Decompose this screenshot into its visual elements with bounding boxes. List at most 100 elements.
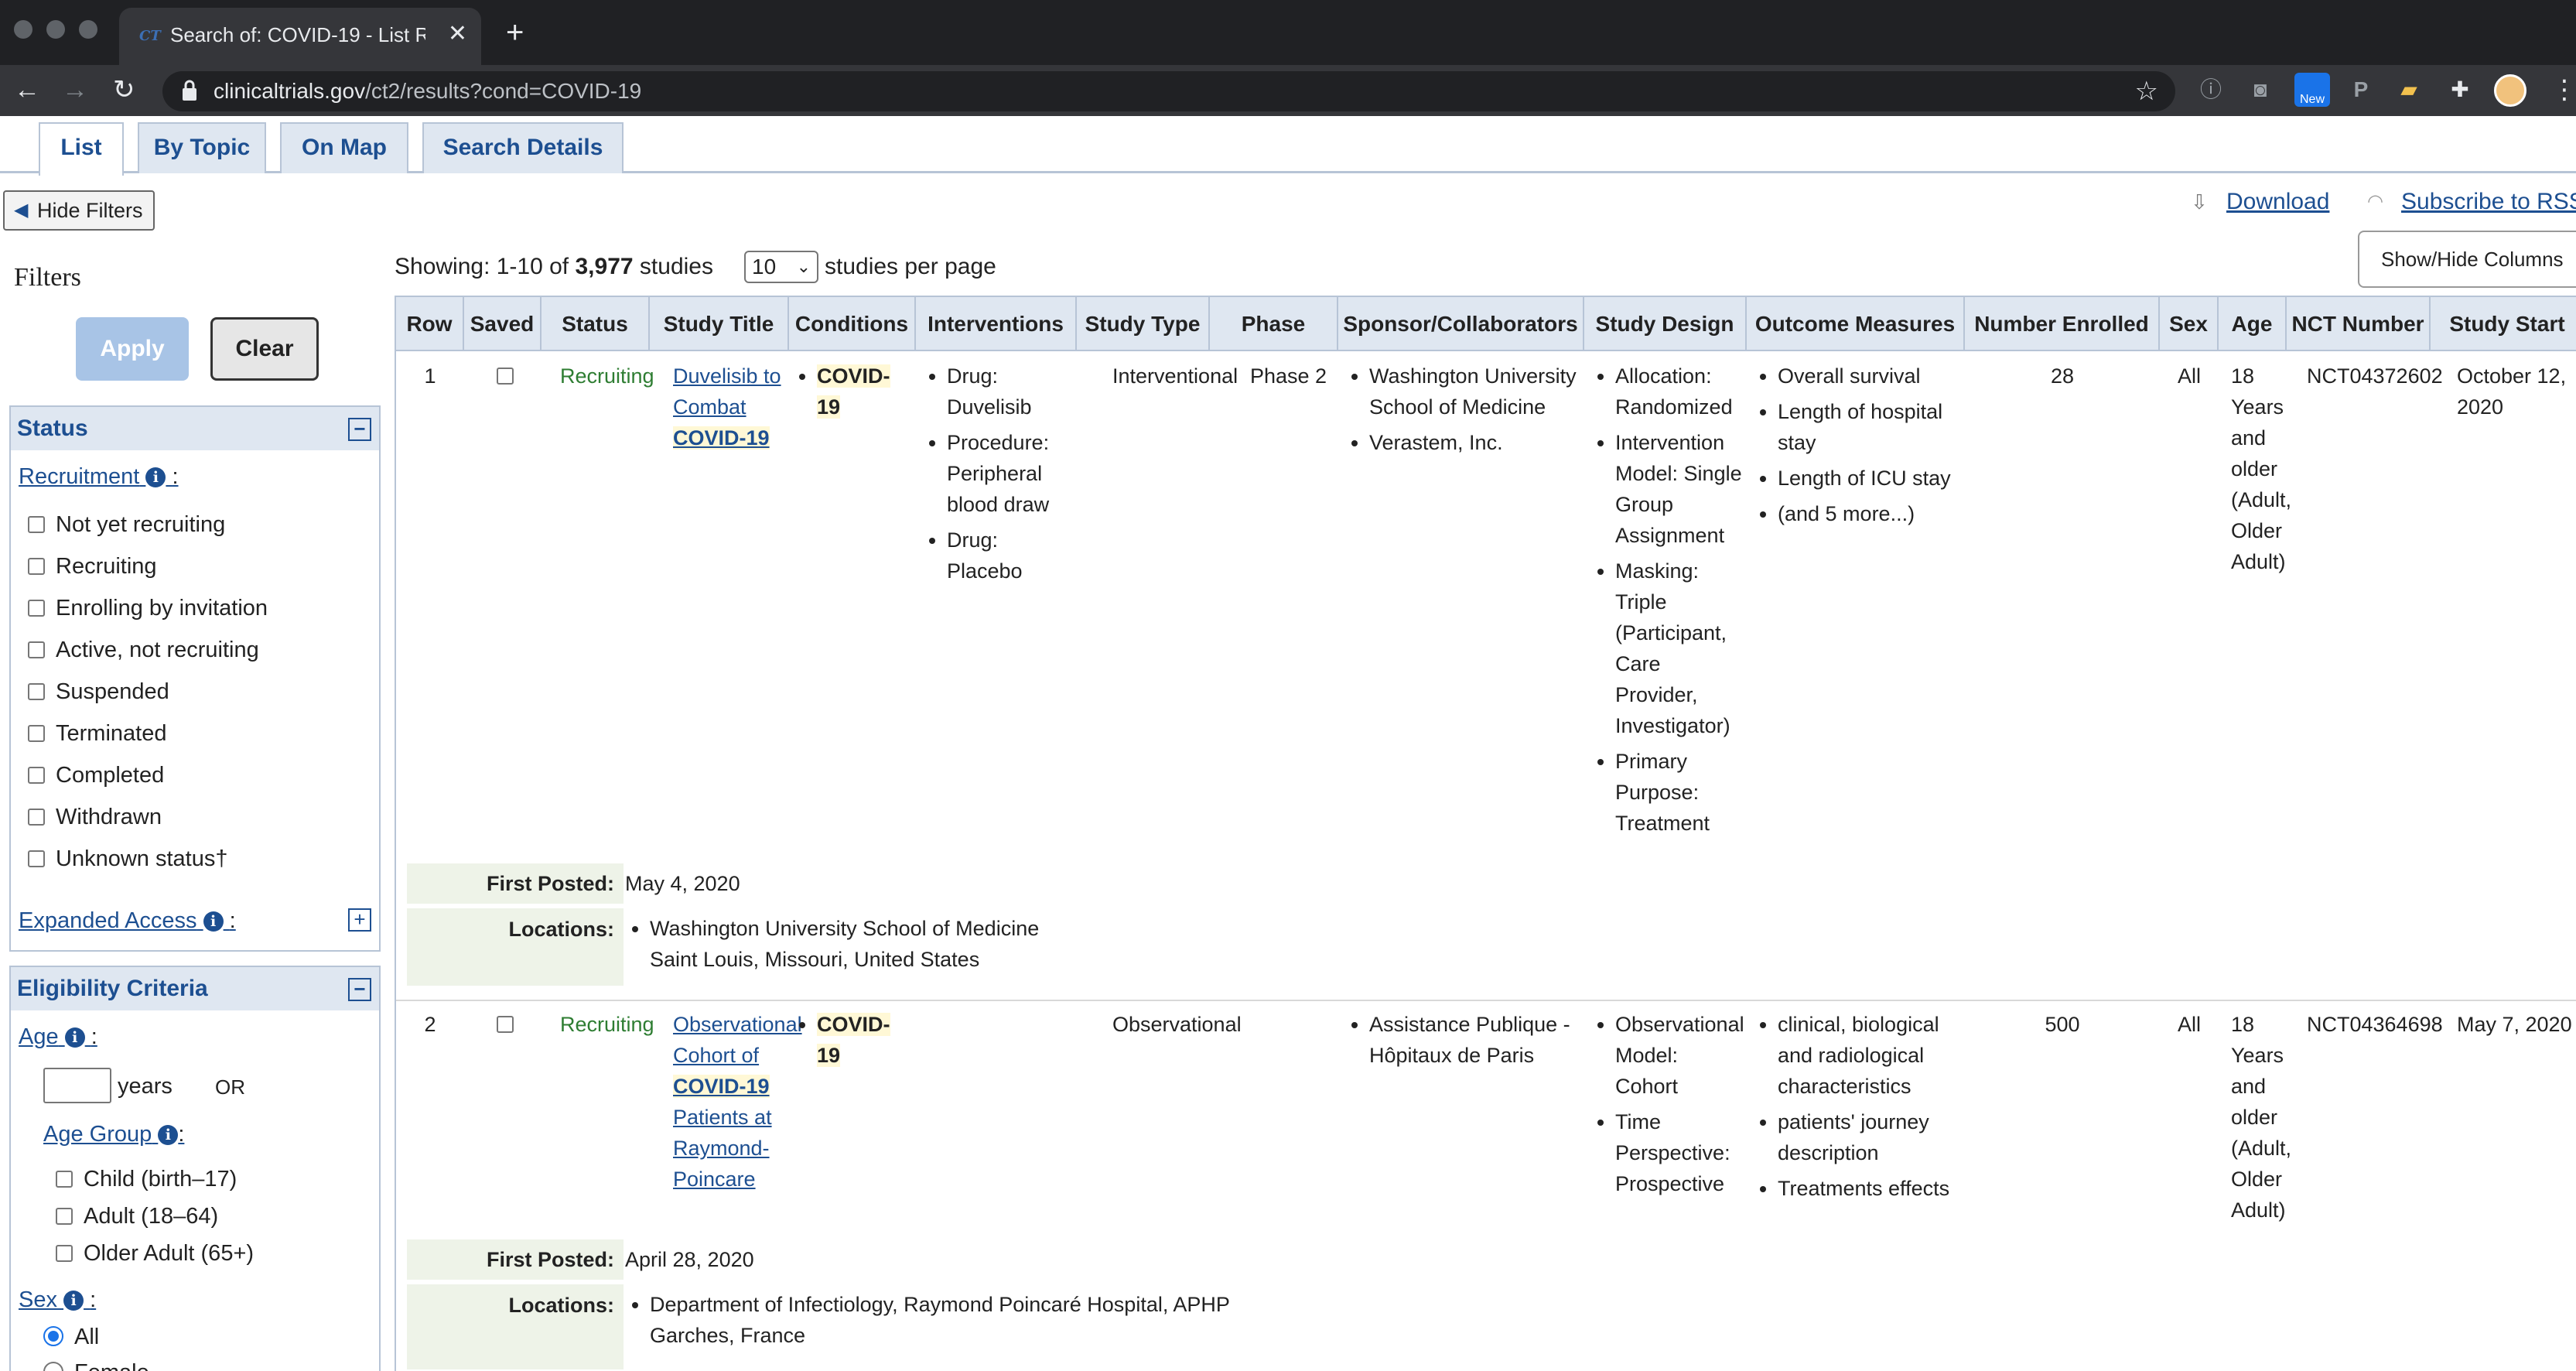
tab-on-map[interactable]: On Map bbox=[280, 122, 408, 173]
study-start: October 12, 2020 bbox=[2457, 364, 2567, 419]
study-title-link[interactable]: Duvelisib to Combat COVID-19 bbox=[673, 361, 789, 453]
save-checkbox[interactable] bbox=[497, 361, 514, 391]
window-zoom-dot[interactable] bbox=[79, 20, 97, 39]
col-study-start[interactable]: Study Start bbox=[2431, 297, 2576, 351]
save-checkbox[interactable] bbox=[497, 1009, 514, 1040]
col-nct-number[interactable]: NCT Number bbox=[2287, 297, 2431, 351]
checkbox-withdrawn[interactable]: Withdrawn bbox=[28, 805, 162, 830]
study-title-link[interactable]: Observational Cohort of COVID-19 Patient… bbox=[673, 1009, 802, 1195]
results-view-tabs: List By Topic On Map Search Details bbox=[0, 116, 2576, 176]
info-icon[interactable]: i bbox=[158, 1125, 179, 1146]
age-label[interactable]: Age i : bbox=[19, 1024, 97, 1050]
window-close-dot[interactable] bbox=[14, 20, 32, 39]
col-conditions[interactable]: Conditions bbox=[789, 297, 916, 351]
expand-icon[interactable]: + bbox=[348, 908, 371, 932]
col-study-title[interactable]: Study Title bbox=[650, 297, 789, 351]
age: 18 Years and older (Adult, Older Adult) bbox=[2231, 364, 2292, 573]
collapse-icon[interactable]: − bbox=[348, 978, 371, 1001]
show-hide-columns-button[interactable]: Show/Hide Columns bbox=[2358, 231, 2576, 288]
pocket-icon[interactable]: ◙ bbox=[2248, 77, 2273, 102]
locations-label: Locations: bbox=[407, 908, 624, 986]
sponsors-list: Washington University School of Medicine… bbox=[1344, 361, 1581, 463]
nct-number: NCT04364698 bbox=[2307, 1013, 2443, 1036]
col-age[interactable]: Age bbox=[2219, 297, 2287, 351]
recruitment-label[interactable]: Recruitment i : bbox=[19, 464, 179, 490]
subscribe-rss-link[interactable]: Subscribe to RSS bbox=[2401, 189, 2576, 215]
bookmark-star-icon[interactable]: ☆ bbox=[2135, 76, 2158, 107]
first-posted-label: First Posted: bbox=[407, 863, 624, 904]
profile-avatar[interactable] bbox=[2494, 74, 2526, 107]
col-sex[interactable]: Sex bbox=[2160, 297, 2219, 351]
col-number-enrolled[interactable]: Number Enrolled bbox=[1965, 297, 2160, 351]
back-icon[interactable]: ← bbox=[14, 73, 40, 107]
per-page-select[interactable]: 10 ⌄ bbox=[744, 251, 818, 283]
checkbox-terminated[interactable]: Terminated bbox=[28, 721, 166, 747]
col-study-type[interactable]: Study Type bbox=[1077, 297, 1210, 351]
col-outcome-measures[interactable]: Outcome Measures bbox=[1747, 297, 1965, 351]
study-type: Observational bbox=[1112, 1013, 1242, 1036]
new-extension-icon[interactable]: New bbox=[2294, 73, 2330, 107]
info-extension-icon[interactable]: ⓘ bbox=[2198, 77, 2223, 102]
collapse-icon[interactable]: − bbox=[348, 418, 371, 441]
info-icon[interactable]: i bbox=[145, 467, 166, 488]
age-group-label[interactable]: Age Group i: bbox=[43, 1122, 184, 1147]
checkbox-enrolling-by-invitation[interactable]: Enrolling by invitation bbox=[28, 596, 268, 621]
col-interventions[interactable]: Interventions bbox=[916, 297, 1077, 351]
paypal-icon[interactable]: P bbox=[2349, 77, 2373, 102]
download-link[interactable]: Download bbox=[2226, 189, 2329, 215]
info-icon[interactable]: i bbox=[203, 911, 224, 932]
info-icon[interactable]: i bbox=[63, 1291, 84, 1311]
status-panel-header[interactable]: Status − bbox=[11, 407, 379, 450]
checkbox-unknown-status[interactable]: Unknown status† bbox=[28, 846, 227, 872]
close-tab-icon[interactable]: ✕ bbox=[448, 20, 467, 48]
col-study-design[interactable]: Study Design bbox=[1584, 297, 1747, 351]
outcomes-list: Overall survival Length of hospital stay… bbox=[1753, 361, 1962, 534]
checkbox-not-yet-recruiting[interactable]: Not yet recruiting bbox=[28, 512, 225, 538]
phase: Phase 2 bbox=[1250, 364, 1327, 388]
address-bar[interactable]: clinicaltrials.gov/ct2/results?cond=COVI… bbox=[162, 71, 2175, 111]
checkbox-older-adult[interactable]: Older Adult (65+) bbox=[56, 1241, 254, 1267]
folder-icon[interactable]: ▰ bbox=[2397, 77, 2421, 102]
browser-menu-icon[interactable]: ⋮ bbox=[2551, 74, 2576, 105]
row-divider bbox=[396, 1000, 2576, 1001]
or-label: OR bbox=[215, 1075, 245, 1099]
checkbox-child[interactable]: Child (birth–17) bbox=[56, 1167, 237, 1192]
hide-filters-button[interactable]: ◀ Hide Filters bbox=[3, 190, 155, 231]
new-tab-icon[interactable]: + bbox=[506, 15, 524, 50]
tab-title: Search of: COVID-19 - List Res bbox=[170, 23, 425, 46]
checkbox-recruiting[interactable]: Recruiting bbox=[28, 554, 157, 580]
tab-list[interactable]: List bbox=[39, 122, 124, 176]
col-row[interactable]: Row bbox=[396, 297, 464, 351]
sex-label[interactable]: Sex i : bbox=[19, 1287, 96, 1313]
col-sponsor[interactable]: Sponsor/Collaborators bbox=[1338, 297, 1584, 351]
info-icon[interactable]: i bbox=[64, 1027, 85, 1048]
forward-icon[interactable]: → bbox=[62, 73, 88, 107]
chevron-down-icon: ⌄ bbox=[796, 257, 811, 276]
study-start: May 7, 2020 bbox=[2457, 1013, 2572, 1036]
conditions-list: COVID-19 bbox=[792, 361, 908, 427]
checkbox-completed[interactable]: Completed bbox=[28, 763, 164, 788]
study-design-list: Allocation: Randomized Intervention Mode… bbox=[1590, 361, 1745, 843]
puzzle-extensions-icon[interactable]: ✚ bbox=[2448, 77, 2472, 102]
radio-sex-all[interactable]: All bbox=[43, 1325, 99, 1350]
checkbox-active-not-recruiting[interactable]: Active, not recruiting bbox=[28, 638, 259, 663]
browser-tab-bar: CT Search of: COVID-19 - List Res ✕ + bbox=[0, 0, 2576, 65]
apply-button[interactable]: Apply bbox=[76, 317, 189, 381]
eligibility-panel-header[interactable]: Eligibility Criteria − bbox=[11, 967, 379, 1010]
radio-sex-female[interactable]: Female bbox=[43, 1360, 149, 1371]
col-status[interactable]: Status bbox=[542, 297, 650, 351]
tab-by-topic[interactable]: By Topic bbox=[138, 122, 266, 173]
status-badge: Recruiting bbox=[560, 364, 654, 388]
window-minimize-dot[interactable] bbox=[46, 20, 65, 39]
tab-search-details[interactable]: Search Details bbox=[422, 122, 624, 173]
checkbox-suspended[interactable]: Suspended bbox=[28, 679, 169, 705]
col-saved[interactable]: Saved bbox=[464, 297, 542, 351]
reload-icon[interactable]: ↻ bbox=[113, 73, 135, 107]
age-years-input[interactable] bbox=[43, 1068, 111, 1103]
clear-button[interactable]: Clear bbox=[210, 317, 319, 381]
checkbox-adult[interactable]: Adult (18–64) bbox=[56, 1204, 218, 1229]
col-phase[interactable]: Phase bbox=[1210, 297, 1338, 351]
browser-tab[interactable]: CT Search of: COVID-19 - List Res ✕ bbox=[119, 8, 481, 65]
lock-icon bbox=[183, 80, 196, 101]
expanded-access-label[interactable]: Expanded Access i : bbox=[19, 908, 236, 934]
